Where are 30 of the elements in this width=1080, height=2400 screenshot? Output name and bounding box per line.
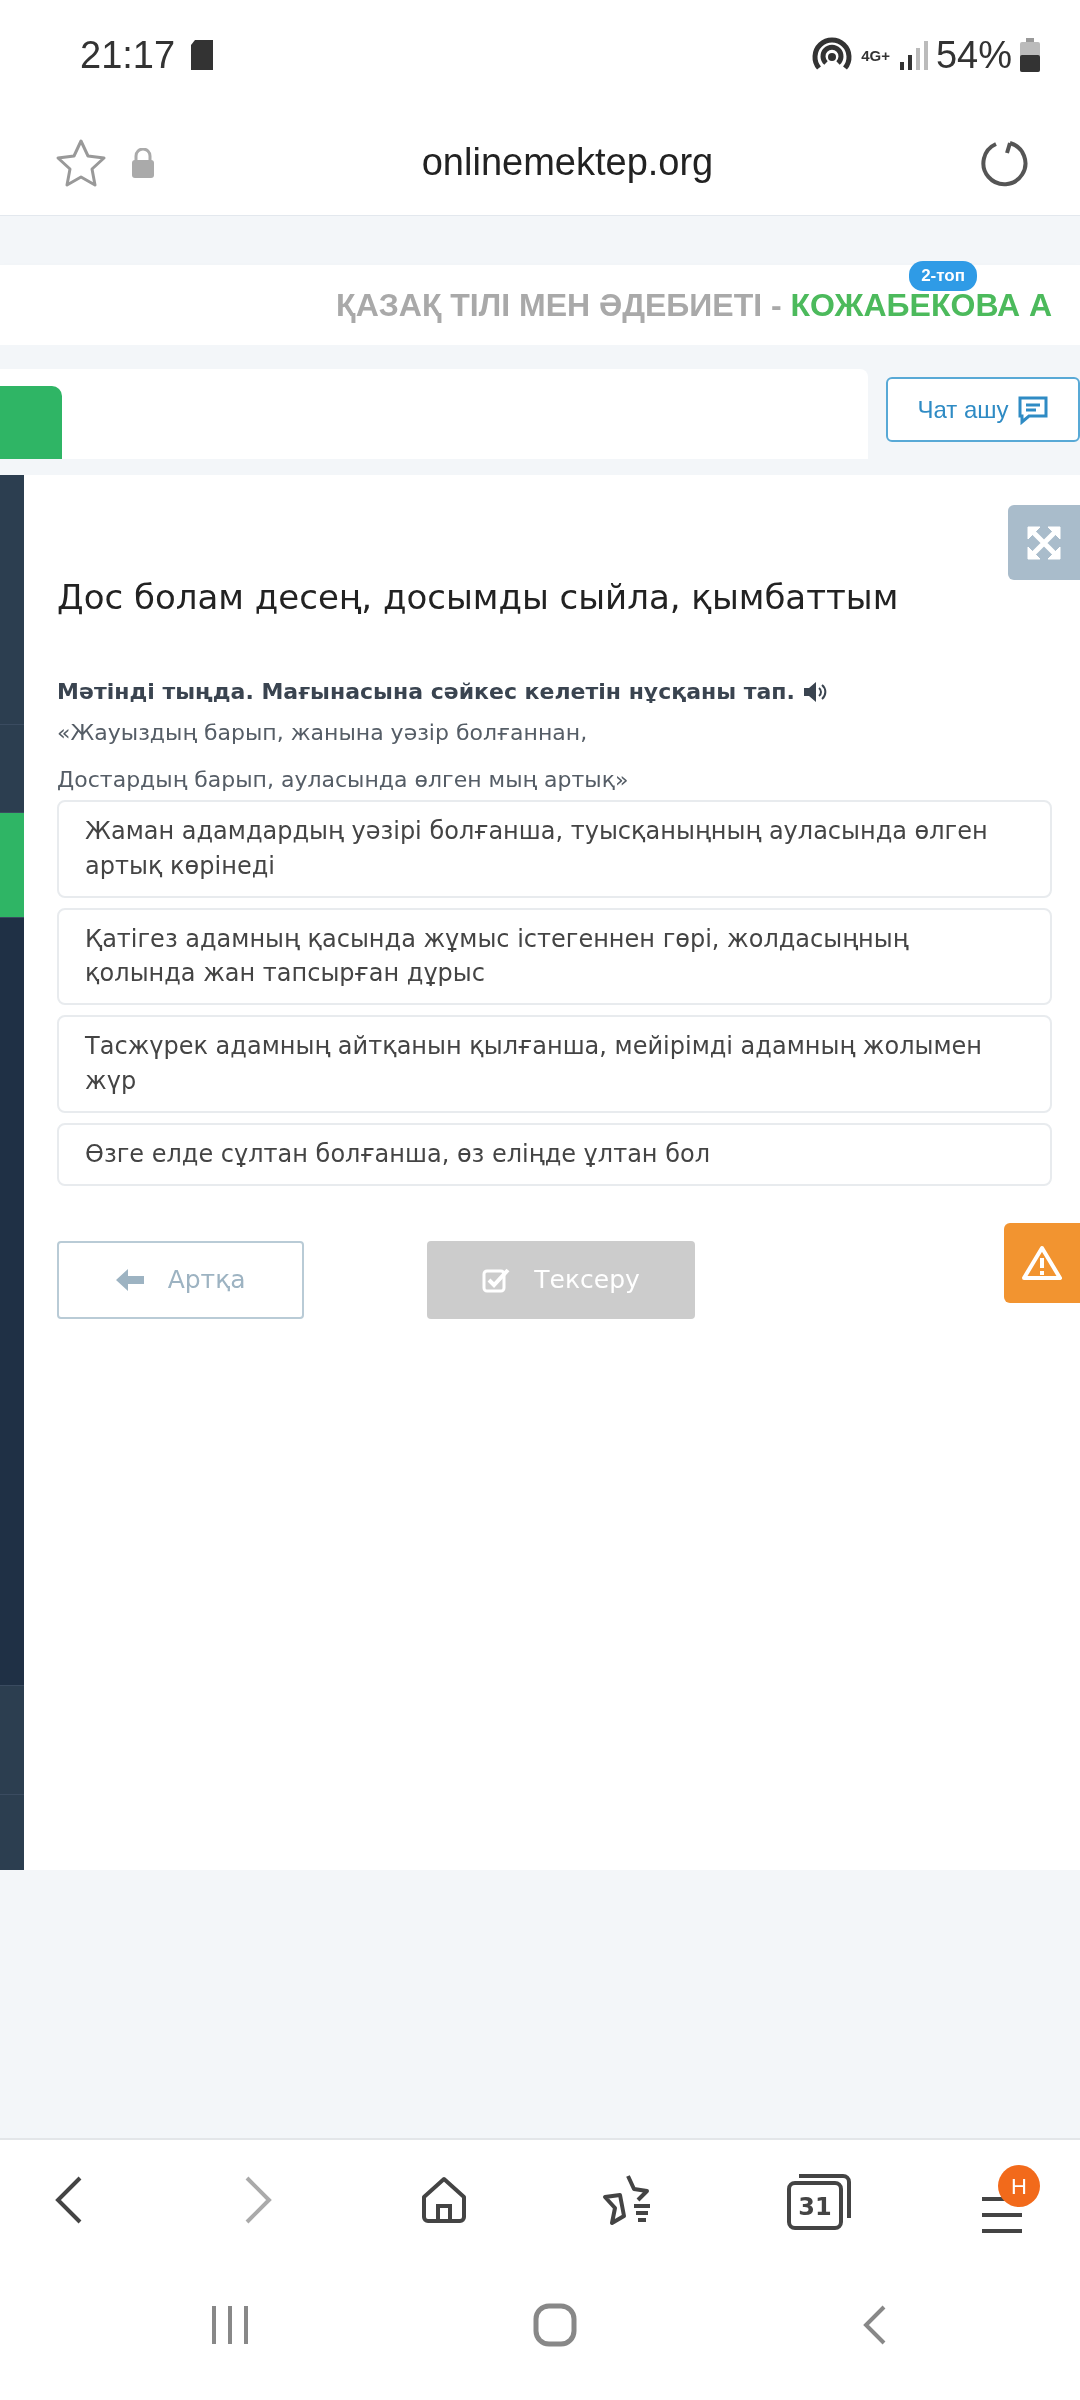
recent-apps-icon[interactable] [210,2304,250,2346]
instruction-text: Мәтінді тыңда. Мағынасына сәйкес келетін нұсқаны тап. [57,678,795,706]
answer-option[interactable]: Өзге елде сұлтан болғанша, өз еліңде ұлтан бол [57,1122,1052,1186]
signal-icon [897,40,928,70]
lesson-title: Дос болам десең, досымды сыйла, қымбаттым [57,576,900,619]
quote-line: «Жауыздың барып, жанына уәзір болғаннан, [57,719,589,747]
network-type: 4G+ [861,47,890,63]
notification-badge: Н [998,2165,1040,2207]
answer-option[interactable]: Жаман адамдардың уәзірі болғанша, туысқаныңның ауласында өлген артық көрінеді [57,800,1052,898]
group-badge: 2-топ [909,261,977,291]
battery-percent: 54% [935,32,1012,78]
answer-option[interactable]: Тасжүрек адамның айтқанын қылғанша, мейірімді адамның жолымен жүр [57,1015,1052,1113]
chat-button[interactable]: Чат ашу [886,377,1080,442]
url-text[interactable]: onlinemektep.org [421,141,714,183]
answer-option[interactable]: Қатігез адамның қасында жұмыс істегеннен гөрі, жолдасыңның қолында жан тапсырған дұрыс [57,907,1052,1006]
battery-icon [1020,38,1040,72]
arrow-left-icon [115,1268,144,1291]
sd-card-icon [191,40,214,70]
checkbox-icon [482,1266,511,1293]
chat-icon [1016,394,1049,425]
fullscreen-button[interactable] [1008,505,1080,580]
warning-icon [1022,1244,1062,1281]
clock-time: 21:17 [80,32,176,78]
speaker-icon[interactable] [802,680,829,703]
lock-icon [131,147,155,178]
home-button-icon[interactable] [533,2303,577,2347]
star-icon[interactable] [55,137,107,188]
quote-line: Достардың барып, ауласында өлген мың артық» [57,766,630,794]
expand-icon [1026,524,1062,561]
report-button[interactable] [1004,1222,1080,1303]
